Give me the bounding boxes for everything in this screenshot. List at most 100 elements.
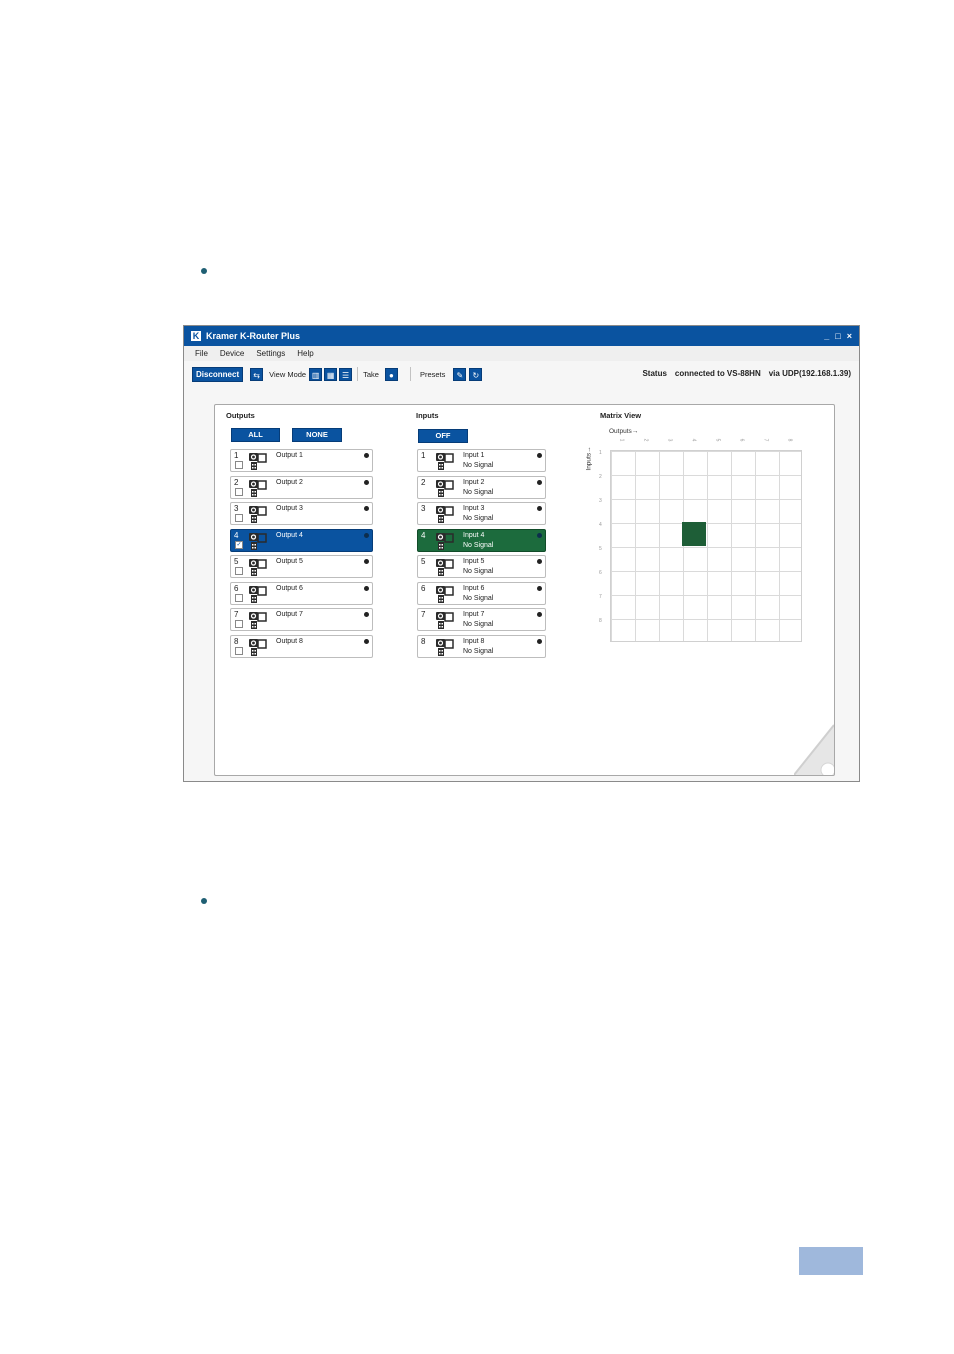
status-dot-icon bbox=[537, 559, 542, 564]
status-dot-icon bbox=[537, 612, 542, 617]
toolbar-divider bbox=[409, 367, 411, 381]
menu-bar: File Device Settings Help bbox=[184, 346, 859, 361]
status-dot-icon bbox=[537, 638, 542, 644]
menu-help[interactable]: Help bbox=[297, 349, 313, 358]
input-row[interactable]: 4 Input 4 No Signal bbox=[417, 528, 546, 552]
matrix-title: Matrix View bbox=[600, 411, 642, 420]
output-number: 1 bbox=[234, 451, 239, 460]
output-row[interactable]: 5 Output 5 bbox=[230, 555, 373, 578]
output-checkbox[interactable] bbox=[235, 593, 243, 602]
output-row[interactable]: 3 Output 3 bbox=[230, 502, 373, 525]
all-button[interactable]: ALL bbox=[231, 428, 280, 442]
output-row[interactable]: 8 Output 8 bbox=[230, 634, 373, 658]
input-name: Input 2 bbox=[463, 478, 485, 486]
status-dot-icon bbox=[364, 585, 369, 591]
output-number: 8 bbox=[234, 636, 239, 646]
matrix-col-tick: 4 bbox=[690, 438, 697, 442]
matrix-col-tick: 1 bbox=[618, 438, 625, 442]
status-dot-icon bbox=[364, 506, 369, 511]
camera-icon bbox=[248, 504, 268, 524]
output-number: 4 bbox=[234, 530, 239, 540]
output-checkbox[interactable] bbox=[235, 646, 243, 655]
menu-file[interactable]: File bbox=[195, 349, 208, 358]
input-row[interactable]: 6 Input 6 No Signal bbox=[417, 581, 546, 605]
menu-settings[interactable]: Settings bbox=[256, 349, 285, 358]
input-row[interactable]: 5 Input 5 No Signal bbox=[417, 555, 546, 578]
app-window: K Kramer K-Router Plus _ □ × File Device… bbox=[183, 325, 860, 782]
output-row[interactable]: 2 Output 2 bbox=[230, 475, 373, 499]
status-connection: via UDP(192.168.1.39) bbox=[768, 369, 851, 378]
route-cell-active[interactable] bbox=[682, 522, 706, 546]
camera-icon bbox=[248, 557, 268, 577]
input-row[interactable]: 2 Input 2 No Signal bbox=[417, 475, 546, 499]
input-signal-status: No Signal bbox=[463, 541, 494, 549]
toolbar: Disconnect ⇆ View Mode ▥ ▦ ☰ Take ● Pres… bbox=[184, 361, 859, 387]
output-name: Output 3 bbox=[276, 505, 303, 512]
output-checkbox[interactable] bbox=[235, 514, 243, 522]
output-checkbox[interactable] bbox=[235, 461, 243, 469]
page-number-box bbox=[799, 1247, 863, 1275]
input-signal-status: No Signal bbox=[463, 621, 494, 628]
input-signal-status: No Signal bbox=[463, 594, 494, 602]
matrix-row-tick: 1 bbox=[599, 450, 602, 456]
view-mode-list-icon[interactable]: ☰ bbox=[339, 367, 353, 381]
matrix-grid[interactable] bbox=[610, 450, 802, 642]
status-dot-icon bbox=[537, 506, 542, 511]
disconnect-button[interactable]: Disconnect bbox=[192, 366, 244, 382]
matrix-row-tick: 4 bbox=[599, 522, 602, 528]
swap-icon[interactable]: ⇆ bbox=[250, 367, 264, 381]
input-name: Input 3 bbox=[463, 505, 485, 512]
input-row[interactable]: 7 Input 7 No Signal bbox=[417, 608, 546, 631]
output-checkbox[interactable] bbox=[235, 487, 243, 496]
kramer-logo-icon: K bbox=[191, 331, 201, 341]
camera-icon bbox=[435, 557, 455, 577]
view-mode-grid-icon[interactable]: ▦ bbox=[324, 367, 338, 381]
output-row[interactable]: 1 Output 1 bbox=[230, 449, 373, 472]
input-row[interactable]: 1 Input 1 No Signal bbox=[417, 449, 546, 472]
take-button[interactable]: ● bbox=[384, 367, 398, 381]
output-checkbox[interactable] bbox=[235, 620, 243, 628]
output-name: Output 2 bbox=[276, 478, 303, 486]
input-name: Input 6 bbox=[463, 584, 485, 592]
menu-device[interactable]: Device bbox=[220, 349, 244, 358]
none-button[interactable]: NONE bbox=[292, 428, 342, 442]
matrix-col-tick: 6 bbox=[738, 438, 745, 442]
output-name: Output 6 bbox=[276, 584, 303, 592]
input-number: 2 bbox=[421, 477, 426, 487]
output-number: 7 bbox=[234, 610, 239, 619]
input-number: 1 bbox=[421, 451, 426, 460]
status-dot-icon bbox=[537, 479, 542, 485]
status-device: connected to VS-88HN bbox=[674, 369, 761, 378]
view-mode-columns-icon[interactable]: ▥ bbox=[309, 367, 323, 381]
input-name: Input 7 bbox=[463, 611, 485, 618]
pin-icon[interactable]: ✎ bbox=[453, 367, 467, 381]
status-dot-icon bbox=[364, 638, 369, 644]
input-row[interactable]: 3 Input 3 No Signal bbox=[417, 502, 546, 525]
maximize-button[interactable]: □ bbox=[835, 331, 840, 341]
camera-icon bbox=[248, 451, 268, 471]
window-title: Kramer K-Router Plus bbox=[206, 331, 301, 341]
status-dot-icon bbox=[364, 559, 369, 564]
output-number: 6 bbox=[234, 583, 239, 593]
status-dot-icon bbox=[364, 453, 369, 458]
presets-label: Presets bbox=[419, 369, 446, 379]
refresh-icon[interactable]: ↻ bbox=[469, 367, 483, 381]
output-checkbox[interactable] bbox=[235, 567, 243, 575]
matrix-inputs-axis-label: Inputs→ bbox=[585, 446, 593, 471]
input-signal-status: No Signal bbox=[463, 488, 494, 496]
output-checkbox[interactable]: ✓ bbox=[235, 540, 243, 549]
matrix-row-tick: 7 bbox=[599, 594, 602, 600]
input-signal-status: No Signal bbox=[463, 462, 494, 469]
status-dot-icon bbox=[537, 585, 542, 591]
output-row[interactable]: 7 Output 7 bbox=[230, 608, 373, 631]
output-row[interactable]: 6 Output 6 bbox=[230, 581, 373, 605]
off-button[interactable]: OFF bbox=[418, 429, 468, 443]
input-row[interactable]: 8 Input 8 No Signal bbox=[417, 634, 546, 658]
output-row[interactable]: 4 ✓ Output 4 bbox=[230, 528, 373, 552]
toolbar-divider bbox=[357, 367, 359, 381]
matrix-row-tick: 2 bbox=[599, 474, 602, 480]
minimize-button[interactable]: _ bbox=[824, 331, 829, 341]
close-button[interactable]: × bbox=[847, 331, 852, 341]
matrix-col-tick: 8 bbox=[786, 438, 793, 442]
input-number: 4 bbox=[421, 530, 426, 540]
